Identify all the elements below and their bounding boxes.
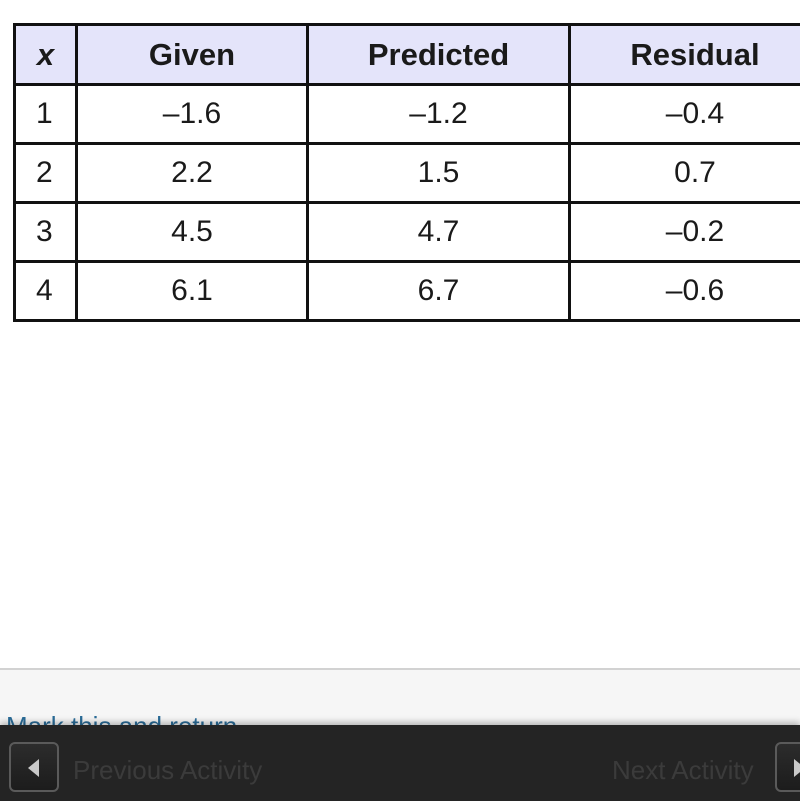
- page: x Given Predicted Residual 1 –1.6 –1.2 –…: [0, 0, 800, 801]
- table-row: 3 4.5 4.7 –0.2: [13, 201, 800, 263]
- residual-table-container: x Given Predicted Residual 1 –1.6 –1.2 –…: [13, 23, 800, 322]
- table-row: 1 –1.6 –1.2 –0.4: [13, 83, 800, 145]
- cell-predicted: 4.7: [306, 201, 571, 263]
- residual-table: x Given Predicted Residual 1 –1.6 –1.2 –…: [13, 23, 800, 322]
- previous-activity-button[interactable]: [9, 742, 59, 792]
- table-row: 4 6.1 6.7 –0.6: [13, 260, 800, 322]
- cell-residual: 0.7: [568, 142, 800, 204]
- cell-given: 4.5: [75, 201, 309, 263]
- cell-predicted: –1.2: [306, 83, 571, 145]
- cell-predicted: 1.5: [306, 142, 571, 204]
- cell-residual: –0.2: [568, 201, 800, 263]
- cell-residual: –0.4: [568, 83, 800, 145]
- next-activity-button[interactable]: [775, 742, 800, 792]
- header-given: Given: [75, 23, 309, 86]
- triangle-right-icon: [794, 759, 800, 777]
- cell-x: 3: [13, 201, 78, 263]
- cell-x: 1: [13, 83, 78, 145]
- cell-given: –1.6: [75, 83, 309, 145]
- next-activity-label[interactable]: Next Activity: [612, 755, 754, 786]
- activity-nav-bar: Previous Activity Next Activity: [0, 725, 800, 801]
- cell-residual: –0.6: [568, 260, 800, 322]
- header-x: x: [13, 23, 78, 86]
- previous-activity-label[interactable]: Previous Activity: [73, 755, 262, 786]
- header-predicted: Predicted: [306, 23, 571, 86]
- cell-x: 4: [13, 260, 78, 322]
- header-residual: Residual: [568, 23, 800, 86]
- triangle-left-icon: [28, 759, 39, 777]
- table-row: 2 2.2 1.5 0.7: [13, 142, 800, 204]
- cell-given: 6.1: [75, 260, 309, 322]
- cell-x: 2: [13, 142, 78, 204]
- cell-given: 2.2: [75, 142, 309, 204]
- table-header-row: x Given Predicted Residual: [13, 23, 800, 86]
- cell-predicted: 6.7: [306, 260, 571, 322]
